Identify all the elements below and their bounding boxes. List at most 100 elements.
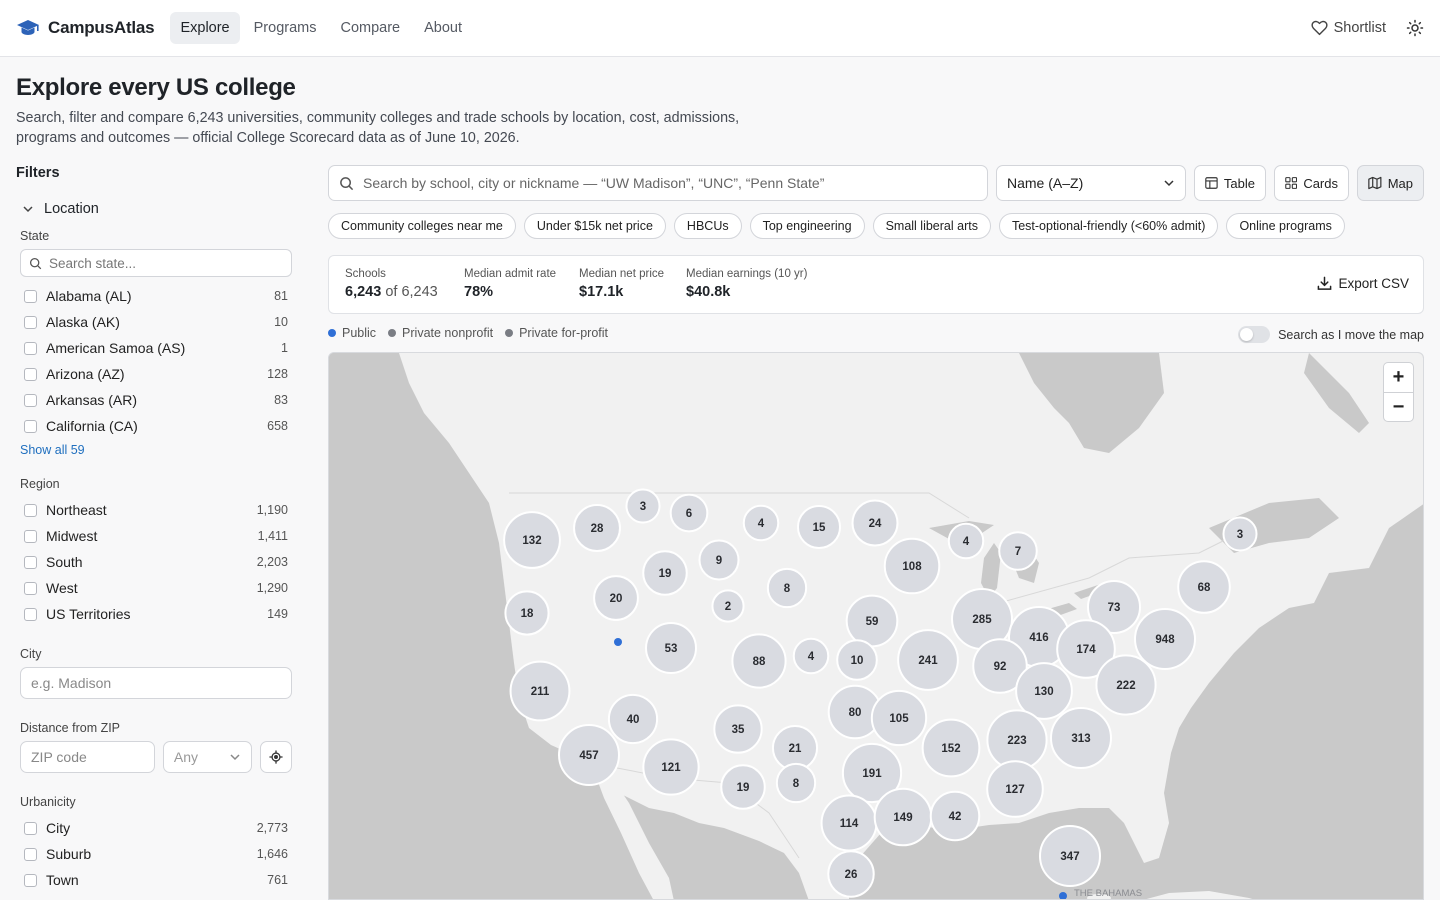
public-school-marker[interactable]	[1059, 892, 1067, 900]
map-canvas[interactable]: 13228364 15 244731089198 681820259 28573416 9…	[329, 353, 1424, 900]
urbanicity-option[interactable]: Town 761	[24, 867, 292, 893]
quick-filter-chip[interactable]: HBCUs	[673, 213, 742, 239]
school-cluster[interactable]: 457	[558, 724, 620, 786]
school-cluster[interactable]: 121	[642, 738, 700, 796]
checkbox[interactable]	[24, 367, 37, 381]
school-cluster[interactable]: 3	[1222, 516, 1258, 552]
view-table-button[interactable]: Table	[1194, 165, 1266, 201]
urbanicity-option[interactable]: Suburb 1,646	[24, 841, 292, 867]
school-cluster[interactable]: 105	[870, 689, 928, 747]
checkbox[interactable]	[24, 607, 37, 621]
school-cluster[interactable]: 68	[1177, 560, 1231, 614]
toggle-switch[interactable]	[1238, 326, 1271, 343]
region-option[interactable]: Northeast 1,190	[24, 497, 292, 523]
nav-about[interactable]: About	[414, 12, 472, 44]
checkbox[interactable]	[24, 289, 37, 303]
school-cluster[interactable]: 10	[836, 639, 878, 681]
nav-compare[interactable]: Compare	[330, 12, 410, 44]
school-cluster[interactable]: 20	[593, 575, 639, 621]
search-as-move-toggle[interactable]: Search as I move the map	[1238, 326, 1424, 343]
nav-explore[interactable]: Explore	[170, 12, 240, 44]
school-cluster[interactable]: 152	[921, 718, 981, 778]
quick-filter-chip[interactable]: Online programs	[1226, 213, 1345, 239]
school-cluster[interactable]: 211	[509, 660, 571, 722]
brand[interactable]: CampusAtlas	[16, 18, 155, 38]
state-option[interactable]: American Samoa (AS) 1	[24, 335, 292, 361]
school-cluster[interactable]: 948	[1134, 608, 1196, 670]
school-cluster[interactable]: 26	[827, 850, 875, 898]
location-section-toggle[interactable]: Location	[16, 201, 292, 217]
region-option[interactable]: West 1,290	[24, 575, 292, 601]
school-cluster[interactable]: 42	[929, 790, 981, 842]
region-option[interactable]: South 2,203	[24, 549, 292, 575]
checkbox[interactable]	[24, 555, 37, 569]
distance-select[interactable]: Any	[162, 741, 253, 773]
urbanicity-option[interactable]: City 2,773	[24, 815, 292, 841]
school-cluster[interactable]: 53	[645, 622, 697, 674]
checkbox[interactable]	[24, 315, 37, 329]
school-cluster[interactable]: 4	[742, 504, 780, 542]
checkbox[interactable]	[24, 581, 37, 595]
state-option[interactable]: Alabama (AL) 81	[24, 283, 292, 309]
school-cluster[interactable]: 6	[669, 493, 709, 533]
shortlist-button[interactable]: Shortlist	[1311, 20, 1386, 36]
school-cluster[interactable]: 222	[1095, 654, 1157, 716]
school-cluster[interactable]: 149	[873, 787, 933, 847]
urbanicity-option[interactable]: Rural538	[24, 893, 292, 900]
school-cluster[interactable]: 313	[1050, 707, 1112, 769]
map-view[interactable]: 132 28 3 6 4 15 24 4 7 3 108 9 19 8 68 18 20 2 59 285 73 416 9…	[328, 352, 1424, 900]
checkbox[interactable]	[24, 847, 37, 861]
school-cluster[interactable]: 3	[625, 488, 661, 524]
school-cluster[interactable]: 127	[986, 760, 1044, 818]
checkbox[interactable]	[24, 873, 37, 887]
school-cluster[interactable]: 4	[792, 637, 830, 675]
quick-filter-chip[interactable]: Community colleges near me	[328, 213, 516, 239]
zoom-out-button[interactable]: −	[1384, 392, 1413, 421]
checkbox[interactable]	[24, 393, 37, 407]
use-location-button[interactable]	[260, 741, 292, 773]
show-all-states-link[interactable]: Show all 59	[20, 443, 292, 457]
school-cluster[interactable]: 40	[607, 693, 659, 745]
school-cluster[interactable]: 2	[711, 589, 745, 623]
school-cluster[interactable]: 9	[698, 539, 740, 581]
school-cluster[interactable]: 347	[1039, 825, 1101, 887]
checkbox[interactable]	[24, 419, 37, 433]
state-search-input[interactable]: Search state...	[20, 249, 292, 277]
school-cluster[interactable]: 114	[820, 794, 878, 852]
state-option[interactable]: California (CA) 658	[24, 413, 292, 439]
quick-filter-chip[interactable]: Test-optional-friendly (<60% admit)	[998, 213, 1219, 239]
school-search-input[interactable]: Search by school, city or nickname — “UW…	[328, 165, 988, 201]
school-cluster[interactable]: 241	[897, 629, 959, 691]
region-option[interactable]: Midwest 1,411	[24, 523, 292, 549]
school-cluster[interactable]: 7	[998, 531, 1038, 571]
state-option[interactable]: Arkansas (AR) 83	[24, 387, 292, 413]
school-cluster[interactable]: 8	[775, 762, 817, 804]
sort-select[interactable]: Name (A–Z)	[996, 165, 1186, 201]
school-cluster[interactable]: 88	[731, 633, 787, 689]
nav-programs[interactable]: Programs	[244, 12, 327, 44]
state-option[interactable]: Arizona (AZ) 128	[24, 361, 292, 387]
checkbox[interactable]	[24, 503, 37, 517]
school-cluster[interactable]: 132	[503, 511, 561, 569]
school-cluster[interactable]: 19	[642, 550, 688, 596]
quick-filter-chip[interactable]: Under $15k net price	[523, 213, 666, 239]
school-cluster[interactable]: 28	[573, 504, 621, 552]
checkbox[interactable]	[24, 821, 37, 835]
school-cluster[interactable]: 35	[713, 704, 763, 754]
checkbox[interactable]	[24, 341, 37, 355]
school-cluster[interactable]: 18	[504, 590, 550, 636]
school-cluster[interactable]: 24	[851, 499, 899, 547]
zoom-in-button[interactable]: +	[1384, 363, 1413, 392]
export-csv-button[interactable]: Export CSV	[1317, 276, 1409, 291]
quick-filter-chip[interactable]: Small liberal arts	[872, 213, 991, 239]
zip-input[interactable]: ZIP code	[20, 741, 155, 773]
school-cluster[interactable]: 59	[845, 594, 899, 648]
school-cluster[interactable]: 108	[883, 537, 941, 595]
view-cards-button[interactable]: Cards	[1274, 165, 1349, 201]
city-input[interactable]: e.g. Madison	[20, 667, 292, 699]
quick-filter-chip[interactable]: Top engineering	[749, 213, 865, 239]
checkbox[interactable]	[24, 529, 37, 543]
theme-toggle-sun-icon[interactable]	[1406, 19, 1424, 37]
school-cluster[interactable]: 4	[947, 522, 985, 560]
state-option[interactable]: Alaska (AK) 10	[24, 309, 292, 335]
